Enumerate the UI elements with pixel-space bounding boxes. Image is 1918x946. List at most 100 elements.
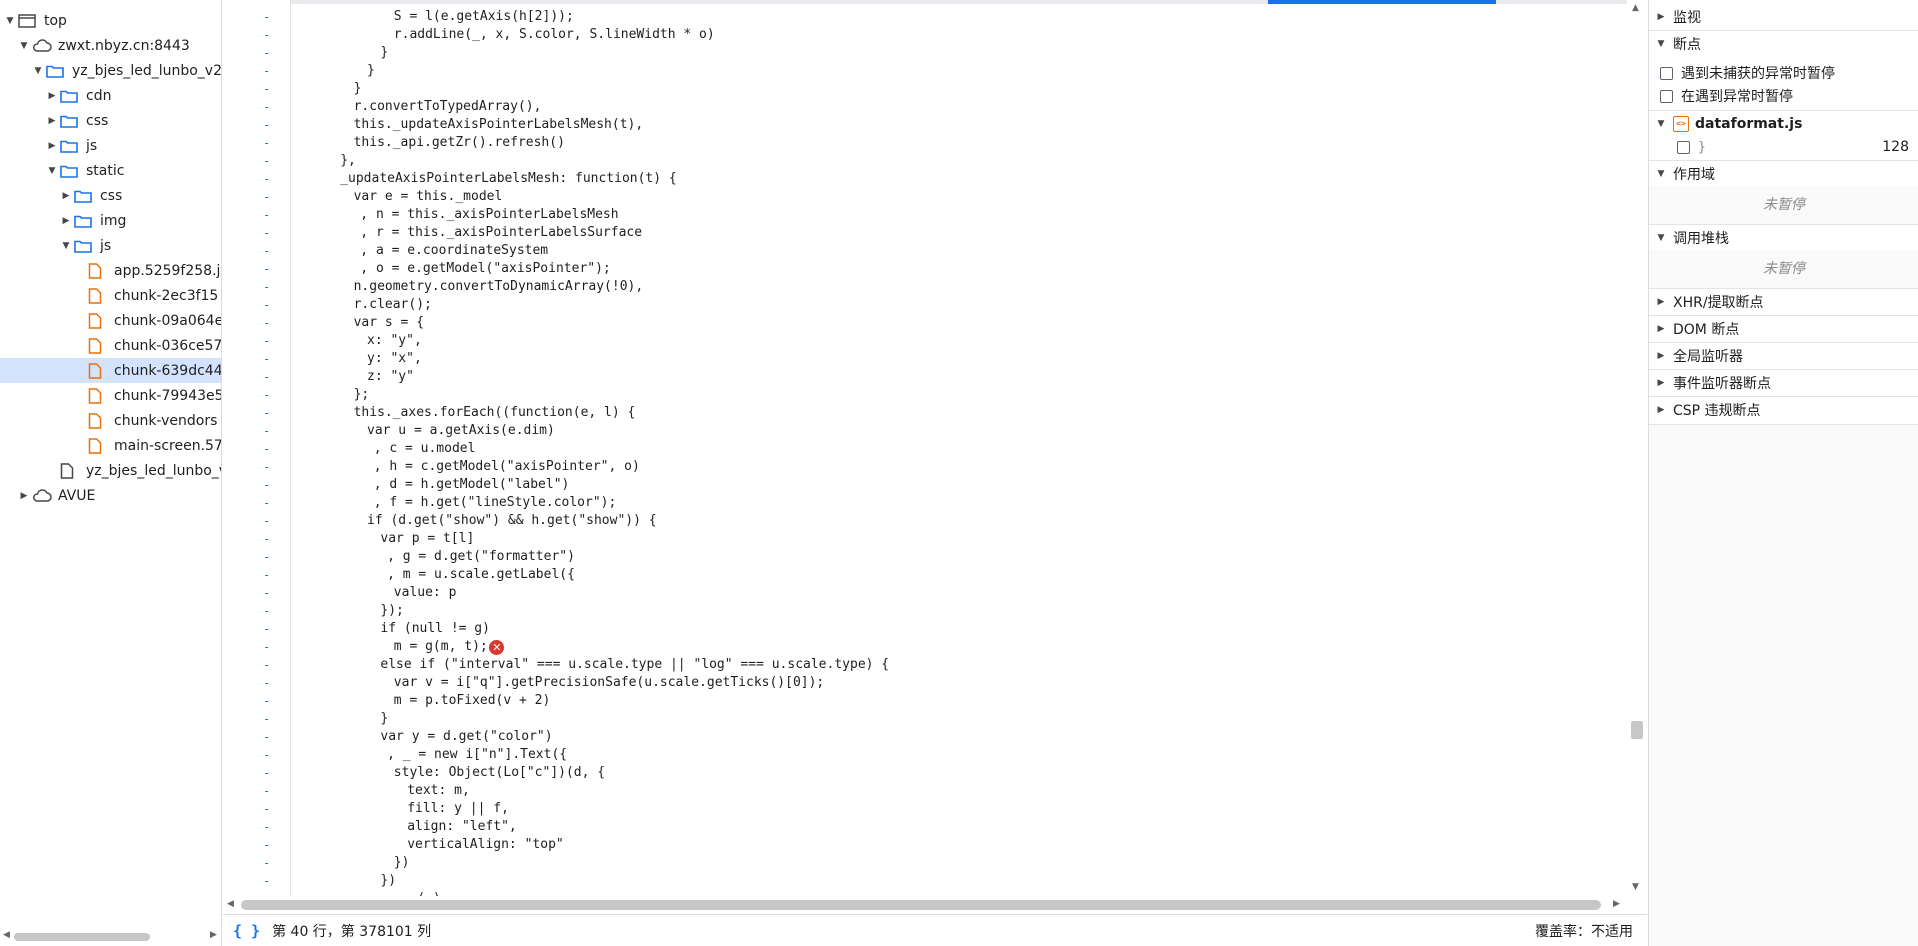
tree-item[interactable]: ▶ css xyxy=(0,108,221,133)
scope-section-header[interactable]: ▼ 作用域 xyxy=(1649,160,1918,186)
vertical-scrollbar-thumb[interactable] xyxy=(1631,721,1643,739)
code-line[interactable]: var p = t[l] xyxy=(380,530,474,548)
chevron-right-icon[interactable]: ▶ xyxy=(60,190,72,202)
gutter-line-marker[interactable]: - xyxy=(263,710,270,728)
code-line[interactable]: , r = this._axisPointerLabelsSurface xyxy=(360,224,642,242)
gutter-line-marker[interactable]: - xyxy=(263,170,270,188)
code-line[interactable]: if (d.get("show") && h.get("show")) { xyxy=(367,512,657,530)
gutter-line-marker[interactable]: - xyxy=(263,494,270,512)
code-line[interactable]: }; xyxy=(354,386,370,404)
code-line[interactable]: } xyxy=(380,710,388,728)
gutter-line-marker[interactable]: - xyxy=(263,422,270,440)
pause-caught-row[interactable]: 在遇到异常时暂停 xyxy=(1649,84,1918,108)
gutter-line-marker[interactable]: - xyxy=(263,278,270,296)
code-line[interactable]: y: "x", xyxy=(367,350,422,368)
tree-item[interactable]: ▶ css xyxy=(0,183,221,208)
breakpoints-section-header[interactable]: ▼ 断点 xyxy=(1649,30,1918,56)
gutter-line-marker[interactable]: - xyxy=(263,800,270,818)
tree-item[interactable]: ▶main-screen.57 xyxy=(0,433,221,458)
pause-uncaught-checkbox[interactable] xyxy=(1660,66,1673,80)
gutter-line-marker[interactable]: - xyxy=(263,566,270,584)
tree-item[interactable]: ▶ cdn xyxy=(0,83,221,108)
code-line[interactable]: , a = e.coordinateSystem xyxy=(360,242,548,260)
global-listeners-section-header[interactable]: ▶ 全局监听器 xyxy=(1649,342,1918,368)
gutter-line-marker[interactable]: - xyxy=(263,476,270,494)
navigator-horizontal-scrollbar[interactable]: ◀ ▶ xyxy=(0,926,221,946)
chevron-right-icon[interactable]: ▶ xyxy=(60,215,72,227)
gutter-line-marker[interactable]: - xyxy=(263,224,270,242)
code-line[interactable]: var s = { xyxy=(354,314,424,332)
gutter-line-marker[interactable]: - xyxy=(263,548,270,566)
gutter-line-marker[interactable]: - xyxy=(263,728,270,746)
code-line[interactable]: } xyxy=(367,62,375,80)
csp-breakpoints-section-header[interactable]: ▶ CSP 违规断点 xyxy=(1649,396,1918,422)
tree-item[interactable]: ▶chunk-09a064e xyxy=(0,308,221,333)
code-line[interactable]: m = g(m, t); xyxy=(394,638,488,656)
gutter-line-marker[interactable]: - xyxy=(263,620,270,638)
gutter-line-marker[interactable]: - xyxy=(263,332,270,350)
code-line[interactable]: }) xyxy=(394,854,410,872)
code-line[interactable]: , _ = new i["n"].Text({ xyxy=(387,746,567,764)
event-listener-breakpoints-section-header[interactable]: ▶ 事件监听器断点 xyxy=(1649,369,1918,395)
pause-uncaught-row[interactable]: 遇到未捕获的异常时暂停 xyxy=(1649,61,1918,85)
breakpoint-checkbox[interactable] xyxy=(1677,140,1690,154)
code-line[interactable]: r.convertToTypedArray(), xyxy=(354,98,542,116)
chevron-right-icon[interactable]: ▶ xyxy=(18,490,30,502)
gutter-line-marker[interactable]: - xyxy=(263,296,270,314)
gutter-line-marker[interactable]: - xyxy=(263,368,270,386)
code-line[interactable]: , f = h.get("lineStyle.color"); xyxy=(374,494,617,512)
gutter-line-marker[interactable]: - xyxy=(263,440,270,458)
code-line[interactable]: this._api.getZr().refresh() xyxy=(354,134,565,152)
tree-item[interactable]: ▶ AVUE xyxy=(0,483,221,508)
tree-item[interactable]: ▼ top xyxy=(0,8,221,33)
code-line[interactable]: fill: y || f, xyxy=(407,800,509,818)
code-line[interactable]: var v = i["q"].getPrecisionSafe(u.scale.… xyxy=(394,674,824,692)
gutter-line-marker[interactable]: - xyxy=(263,350,270,368)
breakpoint-entry[interactable]: } 128 xyxy=(1649,135,1918,159)
gutter-line-marker[interactable]: - xyxy=(263,134,270,152)
code-line[interactable]: this._axes.forEach((function(e, l) { xyxy=(354,404,636,422)
horizontal-scrollbar-thumb[interactable] xyxy=(241,900,1601,910)
tree-item[interactable]: ▼ zwxt.nbyz.cn:8443 xyxy=(0,33,221,58)
gutter-line-marker[interactable]: - xyxy=(263,638,270,656)
gutter-line-marker[interactable]: - xyxy=(263,152,270,170)
code-content[interactable]: S = l(e.getAxis(h[2])); r.addLine(_, x, S… xyxy=(292,0,1627,896)
code-line[interactable]: value: p xyxy=(394,584,457,602)
gutter-line-marker[interactable]: - xyxy=(263,782,270,800)
gutter-line-marker[interactable]: - xyxy=(263,386,270,404)
code-line[interactable]: S = l(e.getAxis(h[2])); xyxy=(394,8,574,26)
gutter-line-marker[interactable]: - xyxy=(263,872,270,890)
scrollbar-thumb[interactable] xyxy=(14,933,150,941)
code-line[interactable]: _updateAxisPointerLabelsMesh: function(t… xyxy=(340,170,677,188)
gutter-line-marker[interactable]: - xyxy=(263,26,270,44)
code-line[interactable]: }); xyxy=(380,602,403,620)
gutter-line-marker[interactable]: - xyxy=(263,242,270,260)
code-line[interactable]: }) xyxy=(380,872,396,890)
gutter-line-marker[interactable]: - xyxy=(263,188,270,206)
code-line[interactable]: r.addLine(_, x, S.color, S.lineWidth * o… xyxy=(394,26,715,44)
gutter-line-marker[interactable]: - xyxy=(263,206,270,224)
code-line[interactable]: this._updateAxisPointerLabelsMesh(t), xyxy=(354,116,644,134)
pause-caught-checkbox[interactable] xyxy=(1660,89,1673,103)
gutter-line-marker[interactable]: - xyxy=(263,44,270,62)
scroll-up-arrow-icon[interactable]: ▲ xyxy=(1632,3,1639,13)
tree-item[interactable]: ▶app.5259f258.js xyxy=(0,258,221,283)
tree-item[interactable]: ▼ static xyxy=(0,158,221,183)
code-line[interactable]: , m = u.scale.getLabel({ xyxy=(387,566,575,584)
code-line[interactable]: } xyxy=(380,44,388,62)
code-line[interactable]: var u = a.getAxis(e.dim) xyxy=(367,422,555,440)
gutter-line-marker[interactable]: - xyxy=(263,836,270,854)
chevron-down-icon[interactable]: ▼ xyxy=(18,40,30,52)
tree-item[interactable]: ▼ js xyxy=(0,233,221,258)
scroll-right-arrow-icon[interactable]: ▶ xyxy=(210,930,217,940)
code-line[interactable]: }, xyxy=(340,152,356,170)
code-line[interactable]: else if ("interval" === u.scale.type || … xyxy=(380,656,889,674)
code-line[interactable]: } xyxy=(354,80,362,98)
code-line[interactable]: , c = u.model xyxy=(374,440,476,458)
gutter-line-marker[interactable]: - xyxy=(263,656,270,674)
breakpoint-file-row[interactable]: ▼ <> dataformat.js xyxy=(1649,110,1918,136)
code-line[interactable]: align: "left", xyxy=(407,818,517,836)
tree-item[interactable]: ▶chunk-639dc44 xyxy=(0,358,221,383)
gutter-line-marker[interactable]: - xyxy=(263,692,270,710)
gutter-line-marker[interactable]: - xyxy=(263,764,270,782)
